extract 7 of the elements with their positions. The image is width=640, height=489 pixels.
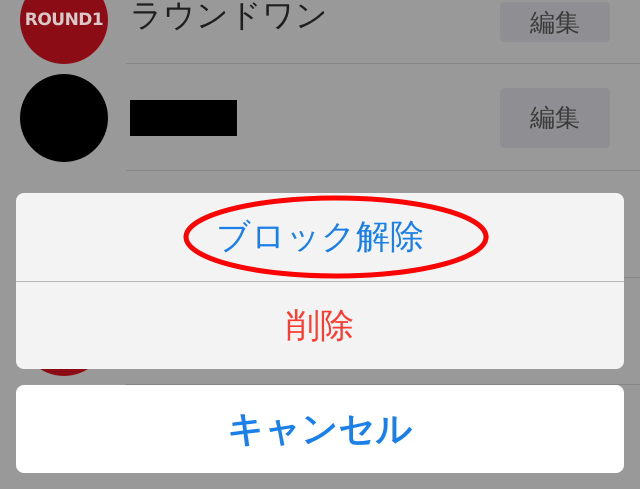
- action-button[interactable]: ブロック解除: [16, 193, 624, 281]
- edit-button[interactable]: 編集: [500, 88, 610, 148]
- action-button[interactable]: 削除: [16, 281, 624, 369]
- logo-text: ROUND1: [24, 10, 104, 30]
- contact-name: ラウンドワン: [130, 0, 328, 36]
- edit-button[interactable]: 編集: [500, 2, 610, 42]
- cancel-button[interactable]: キャンセル: [16, 385, 624, 473]
